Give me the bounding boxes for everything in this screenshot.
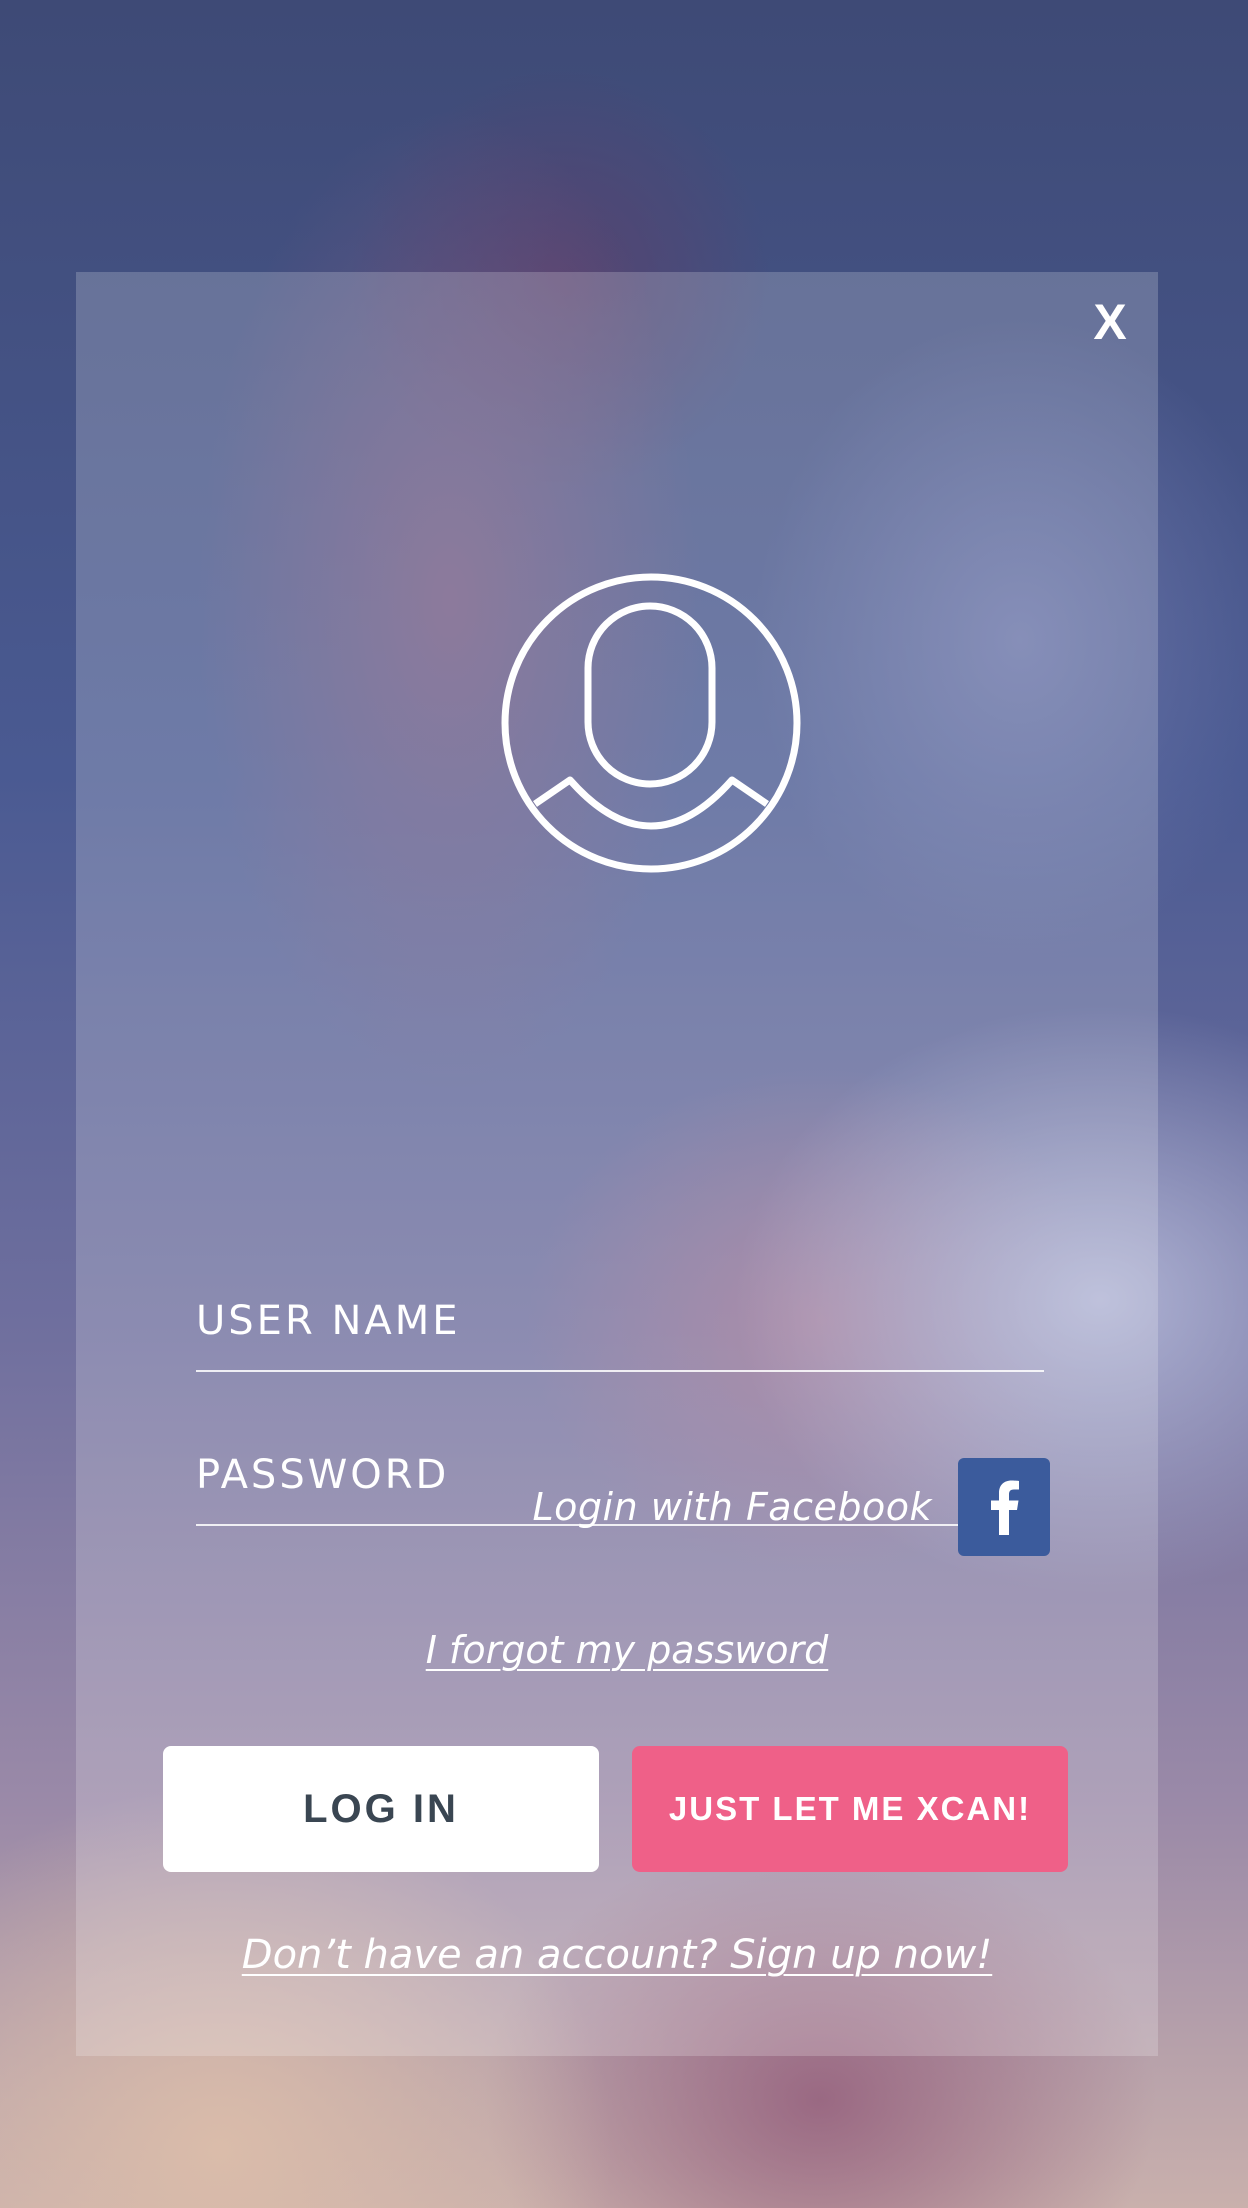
login-screen: X I forgot my password Login with Facebo…	[0, 0, 1248, 2208]
close-icon: X	[1093, 294, 1127, 350]
facebook-login-button[interactable]: Login with Facebook	[532, 1458, 1050, 1556]
login-card: X I forgot my password Login with Facebo…	[76, 272, 1158, 2056]
guest-access-button[interactable]: JUST LET ME XCAN!	[632, 1746, 1068, 1872]
facebook-login-label: Login with Facebook	[532, 1485, 932, 1529]
forgot-password-link[interactable]: I forgot my password	[76, 1628, 1158, 1672]
close-button[interactable]: X	[1082, 294, 1138, 350]
username-field[interactable]	[196, 1272, 1044, 1372]
login-button[interactable]: LOG IN	[163, 1746, 599, 1872]
facebook-icon[interactable]	[958, 1458, 1050, 1556]
user-avatar-icon	[500, 572, 802, 874]
username-input[interactable]	[196, 1272, 1044, 1370]
signup-link[interactable]: Don’t have an account? Sign up now!	[76, 1932, 1158, 1978]
